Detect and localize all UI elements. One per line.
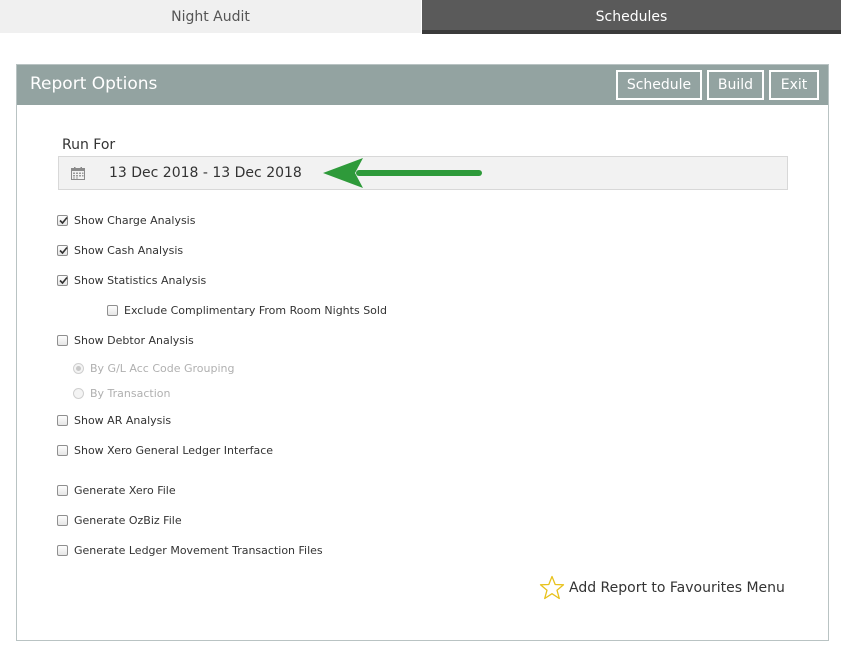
option-show-ar-analysis[interactable]: Show AR Analysis: [57, 412, 171, 428]
option-label: Generate Ledger Movement Transaction Fil…: [74, 543, 323, 557]
favourites-label: Add Report to Favourites Menu: [569, 580, 785, 596]
date-range-value: 13 Dec 2018 - 13 Dec 2018: [109, 165, 302, 181]
tab-night-audit[interactable]: Night Audit: [0, 0, 421, 33]
checkbox[interactable]: [57, 444, 68, 456]
exit-button[interactable]: Exit: [769, 70, 819, 100]
tab-schedules[interactable]: Schedules: [422, 0, 841, 33]
option-show-charge-analysis[interactable]: Show Charge Analysis: [57, 212, 195, 228]
option-show-debtor-analysis[interactable]: Show Debtor Analysis: [57, 332, 194, 348]
option-label: Generate OzBiz File: [74, 513, 182, 527]
schedule-button[interactable]: Schedule: [616, 70, 702, 100]
radio-button[interactable]: [73, 362, 84, 374]
option-label: Show Debtor Analysis: [74, 333, 194, 347]
check-icon: [59, 246, 68, 254]
option-generate-ozbiz-file[interactable]: Generate OzBiz File: [57, 512, 182, 528]
calendar-icon: [71, 167, 85, 180]
checkbox[interactable]: [107, 304, 118, 316]
add-to-favourites-link[interactable]: Add Report to Favourites Menu: [539, 575, 785, 601]
option-label: Show Charge Analysis: [74, 213, 196, 227]
option-label: Show Statistics Analysis: [74, 273, 207, 287]
star-icon: [539, 575, 565, 600]
run-for-label: Run For: [62, 137, 116, 153]
build-button[interactable]: Build: [707, 70, 764, 100]
checkbox[interactable]: [57, 484, 68, 496]
checkbox[interactable]: [57, 544, 68, 556]
annotation-arrow-icon: [323, 158, 482, 188]
option-generate-xero-file[interactable]: Generate Xero File: [57, 482, 176, 498]
check-icon: [59, 216, 68, 224]
panel-title: Report Options: [30, 74, 158, 94]
option-show-cash-analysis[interactable]: Show Cash Analysis: [57, 242, 183, 258]
check-icon: [59, 276, 68, 284]
option-label: Show Xero General Ledger Interface: [74, 443, 274, 457]
checkbox[interactable]: [57, 244, 68, 256]
option-show-xero-gl-interface[interactable]: Show Xero General Ledger Interface: [57, 442, 273, 458]
option-label: By G/L Acc Code Grouping: [90, 361, 235, 375]
option-generate-ledger-movement-files[interactable]: Generate Ledger Movement Transaction Fil…: [57, 542, 323, 558]
option-label: Exclude Complimentary From Room Nights S…: [124, 303, 387, 317]
panel-header: Report Options Schedule Build Exit: [17, 65, 828, 105]
checkbox[interactable]: [57, 274, 68, 286]
option-label: By Transaction: [90, 386, 171, 400]
checkbox[interactable]: [57, 214, 68, 226]
option-exclude-complimentary[interactable]: Exclude Complimentary From Room Nights S…: [107, 302, 387, 318]
tab-bar: Night Audit Schedules: [0, 0, 841, 34]
option-label: Generate Xero File: [74, 483, 176, 497]
option-show-statistics-analysis[interactable]: Show Statistics Analysis: [57, 272, 206, 288]
report-options-panel: Report Options Schedule Build Exit Run F…: [16, 64, 829, 641]
checkbox[interactable]: [57, 414, 68, 426]
radio-by-gl-acc-code-grouping[interactable]: By G/L Acc Code Grouping: [73, 360, 235, 376]
checkbox[interactable]: [57, 514, 68, 526]
radio-by-transaction[interactable]: By Transaction: [73, 385, 170, 401]
radio-button[interactable]: [73, 387, 84, 399]
checkbox[interactable]: [57, 334, 68, 346]
active-tab-indicator: [422, 30, 841, 34]
option-label: Show AR Analysis: [74, 413, 172, 427]
option-label: Show Cash Analysis: [74, 243, 184, 257]
